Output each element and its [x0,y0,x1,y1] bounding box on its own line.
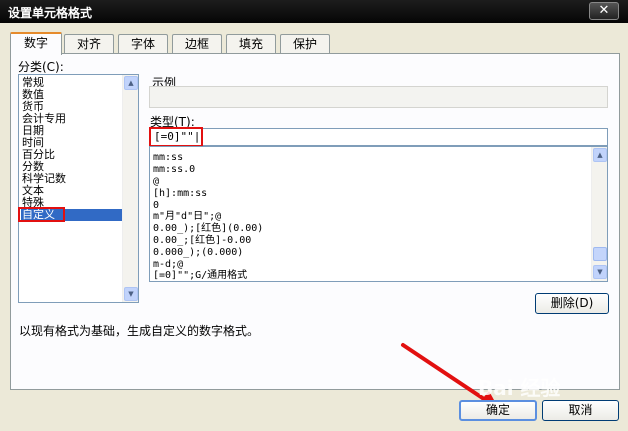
ok-button[interactable]: 确定 [459,400,537,421]
title-bar: 设置单元格格式 ✕ [0,0,628,23]
list-item[interactable]: [=0]"";G/通用格式 [153,270,247,281]
highlight-box-type [149,127,203,147]
format-scrollbar[interactable]: ▲ ▼ [591,147,607,281]
description-text: 以现有格式为基础，生成自定义的数字格式。 [19,324,260,338]
type-input[interactable]: [=0]""| [149,128,608,146]
watermark-logo: Bai 经验 [478,376,561,400]
list-item[interactable]: [h]:mm:ss [153,188,207,200]
scroll-thumb[interactable] [593,247,607,261]
list-item[interactable]: 0.00_;[红色]-0.00 [153,235,251,247]
list-item[interactable]: m"月"d"日";@ [153,211,221,223]
list-item[interactable]: 0.00_);[红色](0.00) [153,223,263,235]
close-icon: ✕ [598,3,610,18]
category-list[interactable]: 常规 数值 货币 会计专用 日期 时间 百分比 分数 科学记数 文本 特殊 自定… [18,74,139,303]
category-label: 分类(C): [18,60,64,74]
scroll-up-icon[interactable]: ▲ [593,148,607,162]
close-button[interactable]: ✕ [589,2,619,20]
tab-protection[interactable]: 保护 [280,34,330,53]
category-scrollbar[interactable]: ▲ ▼ [122,75,138,302]
highlight-box-category [18,207,65,222]
tab-fill[interactable]: 填充 [226,34,276,53]
list-item[interactable]: @ [153,176,159,188]
list-item[interactable]: 0.000_);(0.000) [153,247,243,259]
tab-number[interactable]: 数字 [10,32,62,55]
sample-preview [149,86,608,108]
scroll-down-icon[interactable]: ▼ [593,265,607,279]
cancel-button[interactable]: 取消 [542,400,619,421]
dialog-title: 设置单元格格式 [8,6,93,20]
scroll-up-icon[interactable]: ▲ [124,76,138,90]
format-cells-dialog: 设置单元格格式 ✕ 数字 对齐 字体 边框 填充 保护 分类(C): 常规 数值… [0,0,628,431]
tab-font[interactable]: 字体 [118,34,168,53]
format-list[interactable]: mm:ss mm:ss.0 @ [h]:mm:ss 0 m"月"d"日";@ 0… [149,146,608,282]
list-item[interactable]: mm:ss.0 [153,164,195,176]
scroll-down-icon[interactable]: ▼ [124,287,138,301]
delete-button[interactable]: 删除(D) [535,293,609,314]
tab-alignment[interactable]: 对齐 [64,34,114,53]
tab-border[interactable]: 边框 [172,34,222,53]
list-item[interactable]: mm:ss [153,152,183,164]
